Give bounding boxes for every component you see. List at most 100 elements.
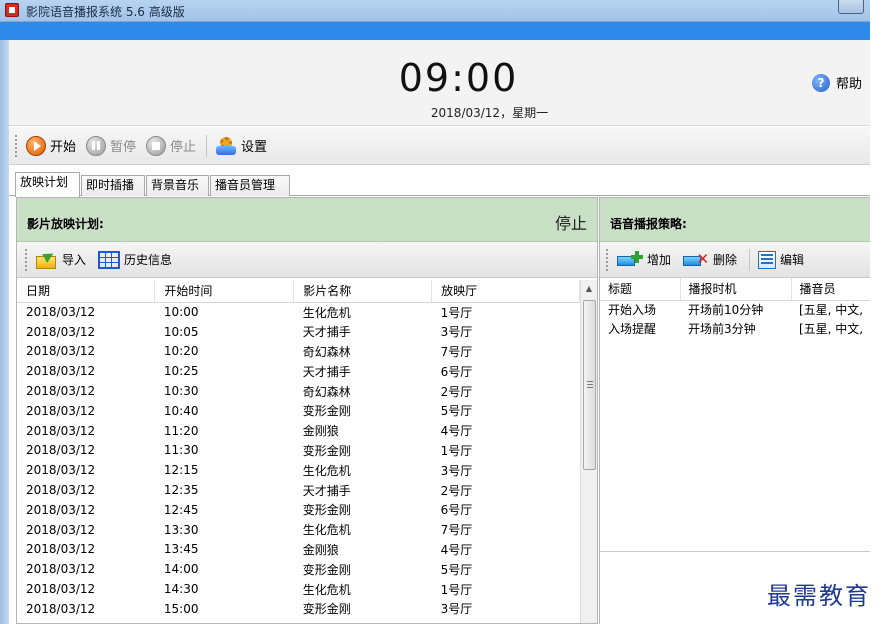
- table-cell: 金刚狼: [302, 424, 339, 439]
- table-row[interactable]: 2018/03/12 11:20 金刚狼 4号厅: [17, 421, 580, 441]
- table-cell: 4号厅: [440, 424, 473, 439]
- stop-button[interactable]: 停止: [146, 135, 197, 156]
- table-row[interactable]: 2018/03/12 10:00 生化危机 1号厅: [17, 302, 580, 322]
- table-row[interactable]: 2018/03/12 10:20 奇幻森林 7号厅: [17, 342, 580, 362]
- schedule-panel: 影片放映计划: 停止 导入 历史信息 日期 开始时间 影片名称 放映厅 2018…: [16, 197, 598, 624]
- column-header-hall[interactable]: 放映厅: [431, 280, 580, 303]
- panel-divider[interactable]: [600, 551, 871, 552]
- pause-button[interactable]: 暂停: [86, 135, 137, 156]
- schedule-scrollbar[interactable]: ▲: [580, 280, 597, 623]
- settings-icon: [215, 135, 237, 157]
- table-row[interactable]: 2018/03/12 10:30 奇幻森林 2号厅: [17, 381, 580, 401]
- table-cell: 2018/03/12: [26, 601, 96, 616]
- stop-label: 停止: [170, 140, 197, 155]
- schedule-table-container: 日期 开始时间 影片名称 放映厅 2018/03/12 10:00 生化危机 1号厅 2…: [17, 280, 597, 623]
- table-row[interactable]: 2018/03/12 10:05 天才捕手 3号厅: [17, 322, 580, 342]
- window-titlebar[interactable]: 影院语音播报系统 5.6 高级版: [0, 0, 870, 22]
- import-label: 导入: [62, 253, 87, 267]
- window-banner: [0, 22, 870, 40]
- table-row[interactable]: 2018/03/12 14:00 变形金刚 5号厅: [17, 559, 580, 579]
- table-cell: 2018/03/12: [26, 423, 96, 438]
- scrollbar-thumb[interactable]: [583, 300, 596, 470]
- table-row[interactable]: 2018/03/12 10:40 变形金刚 5号厅: [17, 401, 580, 421]
- toolbar-grip[interactable]: [25, 248, 28, 271]
- history-button[interactable]: 历史信息: [98, 250, 172, 269]
- table-cell: 2018/03/12: [26, 403, 96, 418]
- table-cell: 变形金刚: [302, 443, 351, 458]
- table-cell: 变形金刚: [302, 503, 351, 518]
- tab-background-music[interactable]: 背景音乐: [146, 175, 209, 196]
- table-cell: 10:30: [163, 384, 199, 399]
- scroll-up-arrow-icon[interactable]: ▲: [581, 280, 597, 297]
- table-cell: 2018/03/12: [26, 324, 96, 339]
- toolbar-grip[interactable]: [15, 134, 18, 157]
- help-button[interactable]: ? 帮助: [811, 73, 862, 92]
- tab-schedule[interactable]: 放映计划: [15, 172, 80, 197]
- table-row[interactable]: 2018/03/12 10:25 天才捕手 6号厅: [17, 361, 580, 381]
- table-row[interactable]: 2018/03/12 13:45 金刚狼 4号厅: [17, 540, 580, 560]
- table-grid-icon: [98, 250, 121, 269]
- settings-button[interactable]: 设置: [215, 135, 267, 157]
- table-row[interactable]: 2018/03/12 14:30 生化危机 1号厅: [17, 579, 580, 599]
- table-row[interactable]: 开始入场 开场前10分钟 [五星, 中文,: [600, 300, 880, 319]
- table-cell: 奇幻森林: [302, 344, 351, 359]
- table-cell: 2018/03/12: [26, 483, 96, 498]
- table-cell: 12:45: [163, 502, 199, 517]
- tab-announcer-management[interactable]: 播音员管理: [210, 175, 290, 196]
- table-cell: 2018/03/12: [26, 582, 96, 597]
- table-row[interactable]: 2018/03/12 11:30 变形金刚 1号厅: [17, 441, 580, 461]
- table-cell: 奇幻森林: [302, 384, 351, 399]
- table-cell: 10:40: [163, 403, 199, 418]
- table-cell: 3号厅: [440, 325, 473, 340]
- column-header-timing[interactable]: 播报时机: [680, 278, 792, 301]
- table-cell: 10:05: [163, 324, 199, 339]
- add-icon: [617, 250, 643, 269]
- table-cell: 生化危机: [302, 305, 351, 320]
- strategy-panel: 语音播报策略: 增加 ✕ 删除 编辑 标题 播报时机 播音员 开始入场 开场前10…: [599, 197, 881, 624]
- table-cell: 5号厅: [440, 404, 473, 419]
- table-cell: 13:30: [163, 522, 199, 537]
- help-icon: ?: [811, 73, 830, 92]
- delete-label: 删除: [713, 253, 738, 267]
- column-header-announcer[interactable]: 播音员: [791, 278, 881, 301]
- table-row[interactable]: 2018/03/12 12:35 天才捕手 2号厅: [17, 480, 580, 500]
- table-cell: 7号厅: [440, 523, 473, 538]
- column-header-date[interactable]: 日期: [17, 280, 156, 303]
- add-button[interactable]: 增加: [617, 250, 672, 269]
- edit-button[interactable]: 编辑: [758, 250, 805, 269]
- clock-date: 2018/03/12，星期一: [430, 106, 549, 120]
- tab-instant-insert[interactable]: 即时插播: [81, 175, 145, 196]
- pause-label: 暂停: [110, 140, 137, 155]
- column-header-title[interactable]: 标题: [600, 278, 681, 301]
- edit-label: 编辑: [780, 253, 805, 267]
- table-cell: 3号厅: [440, 463, 473, 478]
- table-cell: 1号厅: [440, 443, 473, 458]
- table-cell: 2018/03/12: [26, 443, 96, 458]
- table-row[interactable]: 2018/03/12 12:45 变形金刚 6号厅: [17, 500, 580, 520]
- table-cell: 天才捕手: [302, 364, 351, 379]
- table-row[interactable]: 2018/03/12 13:30 生化危机 7号厅: [17, 520, 580, 540]
- edit-icon: [758, 250, 777, 269]
- table-row[interactable]: 入场提醒 开场前3分钟 [五星, 中文,: [600, 319, 880, 338]
- table-cell: 10:20: [163, 344, 199, 359]
- table-cell: 2018/03/12: [26, 562, 96, 577]
- table-row[interactable]: 2018/03/12 15:00 变形金刚 3号厅: [17, 599, 580, 619]
- table-cell: 天才捕手: [302, 483, 351, 498]
- add-label: 增加: [647, 253, 672, 267]
- delete-button[interactable]: ✕ 删除: [683, 251, 737, 269]
- strategy-table: 标题 播报时机 播音员 开始入场 开场前10分钟 [五星, 中文, 入场提醒 开场前3分…: [600, 278, 881, 338]
- table-cell: 1号厅: [440, 305, 473, 320]
- import-button[interactable]: 导入: [36, 248, 87, 269]
- table-cell: 开场前10分钟: [688, 303, 764, 318]
- watermark: 最需教育: [767, 582, 871, 610]
- tab-strip: 放映计划 即时插播 背景音乐 播音员管理: [9, 166, 870, 197]
- toolbar-grip[interactable]: [606, 248, 609, 271]
- table-row[interactable]: 2018/03/12 12:15 生化危机 3号厅: [17, 460, 580, 480]
- start-button[interactable]: 开始: [26, 135, 76, 156]
- column-header-start-time[interactable]: 开始时间: [154, 280, 295, 303]
- settings-label: 设置: [241, 140, 268, 155]
- stop-icon: [146, 135, 167, 156]
- window-control-button[interactable]: [838, 0, 864, 14]
- help-label: 帮助: [835, 77, 862, 92]
- column-header-film-name[interactable]: 影片名称: [293, 280, 433, 303]
